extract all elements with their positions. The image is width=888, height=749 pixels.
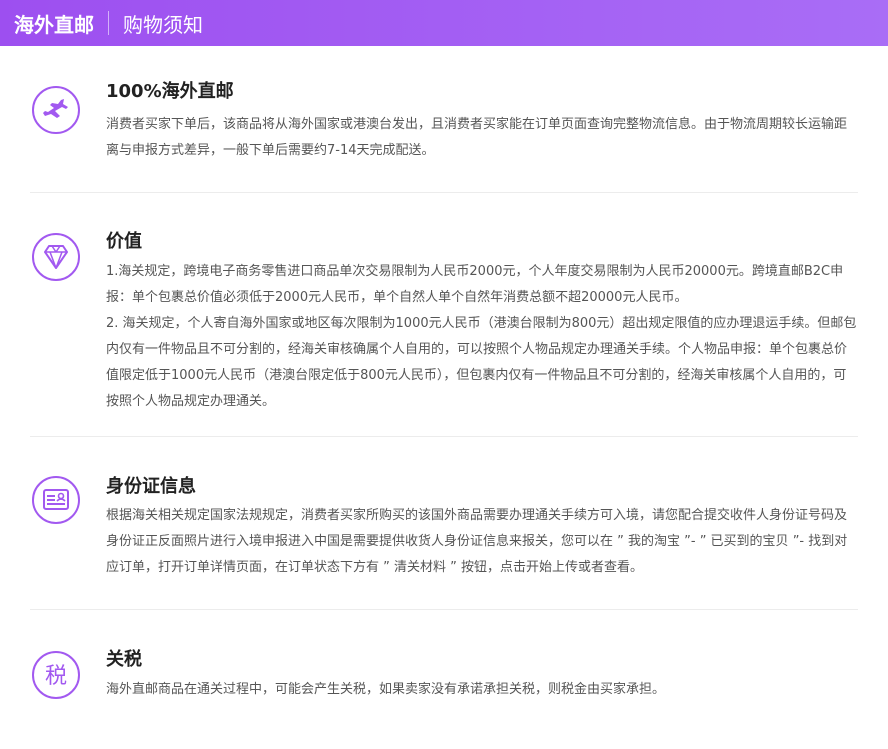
section-title: 价值 [106,231,142,252]
section-title: 身份证信息 [106,476,196,497]
section-body: 1.海关规定，跨境电子商务零售进口商品单次交易限制为人民币2000元，个人年度交… [106,259,858,415]
id-card-icon [31,475,81,525]
tax-icon: 税 [31,650,81,700]
section-title: 100%海外直邮 [106,81,234,102]
divider [30,436,858,437]
airplane-icon [31,85,81,135]
section-title: 关税 [106,649,142,670]
section-paragraph: 1.海关规定，跨境电子商务零售进口商品单次交易限制为人民币2000元，个人年度交… [106,264,844,305]
section-paragraph: 根据海关相关规定国家法规规定，消费者买家所购买的该国外商品需要办理通关手续方可入… [106,508,848,575]
section-body: 消费者买家下单后，该商品将从海外国家或港澳台发出，且消费者买家能在订单页面查询完… [106,112,858,164]
divider [30,609,858,610]
header-bar: 海外直邮 购物须知 [0,0,888,46]
section-paragraph: 海外直邮商品在通关过程中，可能会产生关税，如果卖家没有承诺承担关税，则税金由买家… [106,682,666,697]
diamond-icon [31,232,81,282]
divider [30,192,858,193]
section-paragraph: 2. 海关规定，个人寄自海外国家或地区每次限制为1000元人民币（港澳台限制为8… [106,316,857,409]
section-body: 海外直邮商品在通关过程中，可能会产生关税，如果卖家没有承诺承担关税，则税金由买家… [106,677,858,703]
header-subtitle: 购物须知 [123,12,203,37]
section-body: 根据海关相关规定国家法规规定，消费者买家所购买的该国外商品需要办理通关手续方可入… [106,503,858,581]
tax-icon-glyph: 税 [45,664,67,689]
section-paragraph: 消费者买家下单后，该商品将从海外国家或港澳台发出，且消费者买家能在订单页面查询完… [106,117,848,158]
header-title: 海外直邮 [14,12,94,37]
header-divider [108,11,109,35]
